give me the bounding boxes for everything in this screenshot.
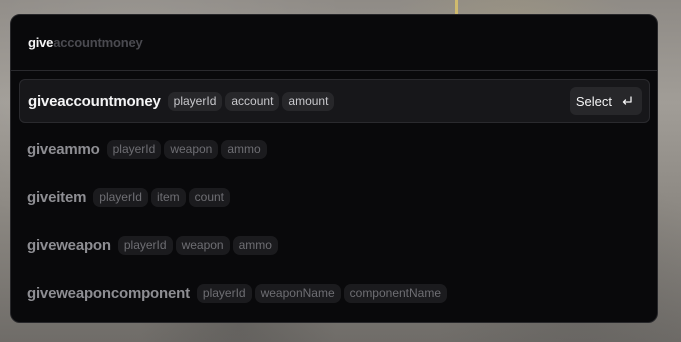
select-button[interactable]: Select bbox=[569, 87, 642, 115]
command-item-giveammo[interactable]: giveammo playerId weapon ammo bbox=[19, 127, 650, 171]
typed-text: give bbox=[28, 35, 54, 50]
command-item-giveweaponcomponent[interactable]: giveweaponcomponent playerId weaponName … bbox=[19, 271, 650, 315]
command-name: giveweaponcomponent bbox=[27, 284, 190, 302]
param-tag: ammo bbox=[232, 235, 278, 255]
command-palette: give accountmoney giveaccountmoney player… bbox=[10, 14, 658, 323]
command-name: giveaccountmoney bbox=[28, 92, 161, 110]
param-tag: playerId bbox=[117, 235, 173, 255]
param-tag: ammo bbox=[221, 139, 267, 159]
command-name: giveitem bbox=[27, 188, 87, 206]
param-tag: item bbox=[150, 187, 186, 207]
param-tag: account bbox=[225, 91, 280, 111]
param-tag: count bbox=[188, 187, 230, 207]
command-item-giveweapon[interactable]: giveweapon playerId weapon ammo bbox=[19, 223, 650, 267]
command-name: giveammo bbox=[27, 140, 100, 158]
autocomplete-suggestion: accountmoney bbox=[53, 35, 143, 50]
command-name: giveweapon bbox=[27, 236, 111, 254]
param-tag: weaponName bbox=[254, 283, 341, 303]
param-tag: amount bbox=[282, 91, 335, 111]
param-tag: playerId bbox=[106, 139, 162, 159]
param-tag: weapon bbox=[164, 139, 219, 159]
param-tag: playerId bbox=[93, 187, 148, 207]
param-tag: weapon bbox=[175, 235, 230, 255]
param-tag: playerId bbox=[196, 283, 252, 303]
command-search-input[interactable]: give accountmoney bbox=[11, 15, 657, 71]
param-tag: playerId bbox=[167, 91, 223, 111]
enter-icon bbox=[622, 96, 632, 105]
command-list: giveaccountmoney playerId account amount… bbox=[11, 71, 657, 315]
command-item-giveaccountmoney[interactable]: giveaccountmoney playerId account amount… bbox=[19, 79, 650, 123]
select-button-label: Select bbox=[575, 93, 612, 109]
param-tag: componentName bbox=[343, 283, 448, 303]
command-item-giveitem[interactable]: giveitem playerId item count bbox=[19, 175, 650, 219]
